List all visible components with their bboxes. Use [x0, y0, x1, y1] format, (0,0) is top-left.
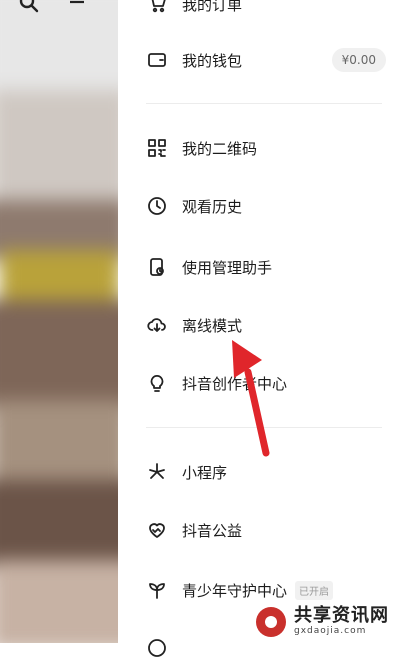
- menu-item-qrcode[interactable]: 我的二维码: [146, 132, 257, 164]
- menu-item-label: 我的二维码: [182, 139, 258, 158]
- background-feed: [0, 0, 118, 643]
- menu-item-label: 离线模式: [182, 316, 243, 335]
- menu-item-label: 观看历史: [182, 197, 243, 216]
- menu-item-label: 小程序: [182, 463, 228, 482]
- menu-item-usage-manager[interactable]: 使用管理助手: [146, 251, 272, 283]
- phone-manage-icon: [146, 256, 168, 278]
- menu-item-label: 使用管理助手: [182, 258, 273, 277]
- divider: [146, 103, 382, 104]
- blurred-content: [0, 0, 118, 643]
- menu-item-creator-center[interactable]: 抖音创作者中心: [146, 367, 287, 399]
- menu-item-wallet[interactable]: 我的钱包: [146, 44, 242, 76]
- cart-icon: [146, 0, 168, 15]
- status-tag: 已开启: [295, 580, 334, 600]
- wallet-icon: [146, 49, 168, 71]
- wallet-balance-badge: ¥0.00: [331, 48, 386, 72]
- menu-item-label: 抖音公益: [182, 521, 243, 540]
- cloud-download-icon: [146, 314, 168, 336]
- qrcode-icon: [146, 137, 168, 159]
- watermark-url: gxdaojia.com: [294, 626, 367, 636]
- menu-item-partial[interactable]: [146, 632, 182, 664]
- side-drawer: 我的订单 我的钱包 ¥0.00 我的二维码 观看历史 使用管理助手 离线模式 抖…: [118, 0, 400, 657]
- menu-item-label: 我的钱包: [182, 51, 243, 70]
- asterisk-icon: [146, 461, 168, 483]
- heart-icon: [146, 519, 168, 541]
- partial-icon: [146, 637, 168, 659]
- menu-item-label: 青少年守护中心: [182, 581, 288, 600]
- bulb-icon: [146, 372, 168, 394]
- menu-item-orders[interactable]: 我的订单: [146, 0, 242, 20]
- menu-item-label: 我的订单: [182, 0, 243, 14]
- hamburger-icon[interactable]: [68, 0, 86, 15]
- sprout-icon: [146, 579, 168, 601]
- divider: [146, 427, 382, 428]
- menu-item-label: 抖音创作者中心: [182, 374, 288, 393]
- menu-item-mini-programs[interactable]: 小程序: [146, 456, 227, 488]
- watermark: 共享资讯网 gxdaojia.com: [250, 600, 400, 643]
- watermark-logo-icon: [256, 606, 286, 637]
- menu-item-history[interactable]: 观看历史: [146, 190, 242, 222]
- clock-icon: [146, 195, 168, 217]
- menu-item-charity[interactable]: 抖音公益: [146, 514, 242, 546]
- watermark-name: 共享资讯网: [294, 605, 389, 626]
- menu-item-offline-mode[interactable]: 离线模式: [146, 309, 242, 341]
- search-icon[interactable]: [18, 0, 40, 19]
